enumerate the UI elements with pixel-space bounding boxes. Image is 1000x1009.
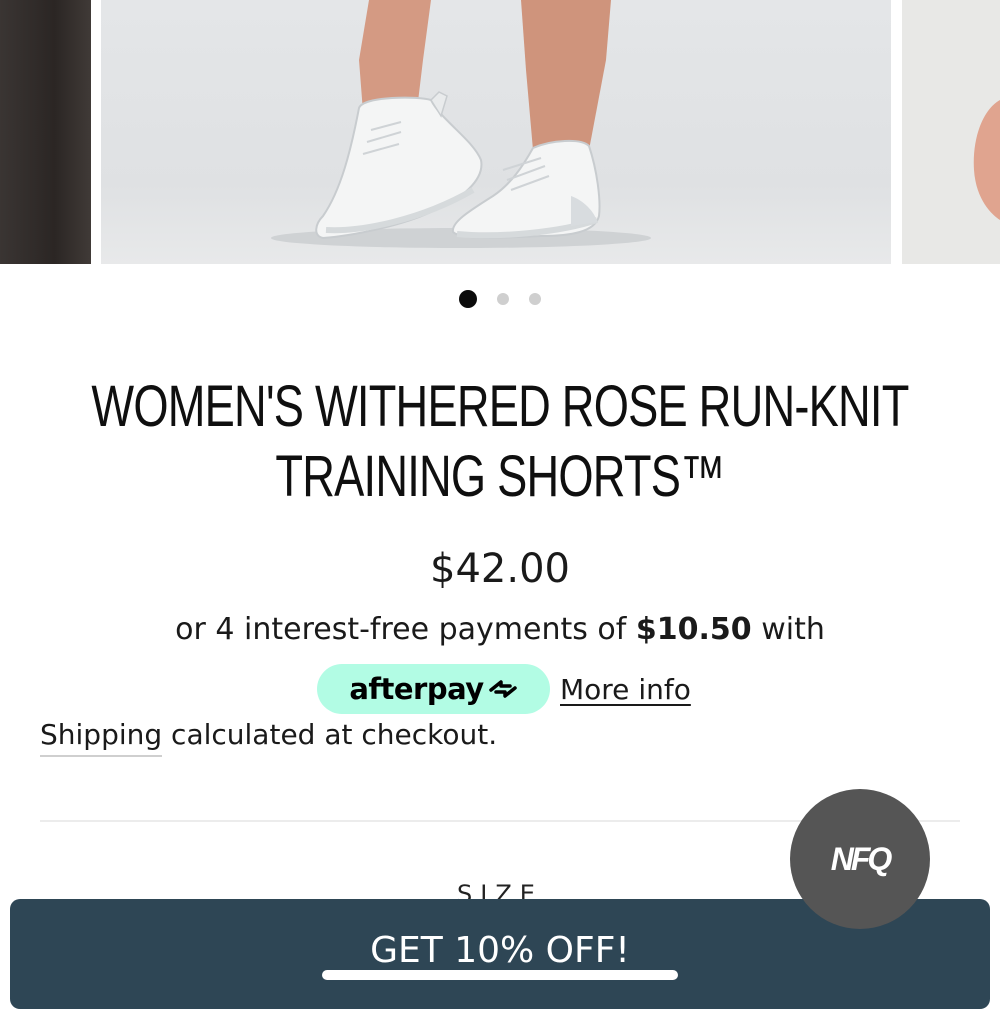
nfq-widget-button[interactable]: NFQ bbox=[790, 789, 930, 929]
carousel-dot-1[interactable] bbox=[459, 290, 477, 308]
installment-message: or 4 interest-free payments of $10.50 wi… bbox=[0, 612, 1000, 647]
product-image-gallery[interactable] bbox=[0, 0, 1000, 264]
installment-text-after: with bbox=[751, 612, 825, 647]
sneakers-photo bbox=[271, 0, 651, 248]
carousel-pagination bbox=[0, 290, 1000, 308]
shipping-link[interactable]: Shipping bbox=[40, 718, 163, 757]
more-info-link[interactable]: More info bbox=[560, 673, 691, 706]
product-title-line-1: WOMEN'S WITHERED ROSE RUN-KNIT bbox=[91, 374, 909, 439]
afterpay-row: afterpay More info bbox=[317, 664, 691, 714]
next-slide-photo bbox=[973, 100, 1000, 220]
main-product-image[interactable] bbox=[101, 0, 891, 264]
product-price: $42.00 bbox=[430, 546, 570, 592]
afterpay-badge[interactable]: afterpay bbox=[317, 664, 550, 714]
afterpay-logo-text: afterpay bbox=[349, 672, 484, 706]
afterpay-arrows-icon bbox=[488, 680, 517, 698]
product-title: WOMEN'S WITHERED ROSE RUN-KNIT TRAINING … bbox=[91, 372, 909, 512]
installment-amount: $10.50 bbox=[635, 612, 752, 647]
home-indicator[interactable] bbox=[322, 970, 678, 980]
shipping-text: calculated at checkout. bbox=[162, 718, 498, 751]
carousel-dot-3[interactable] bbox=[529, 293, 541, 305]
previous-slide-image[interactable] bbox=[0, 0, 91, 264]
carousel-dot-2[interactable] bbox=[497, 293, 509, 305]
shipping-note: Shipping calculated at checkout. bbox=[40, 718, 498, 757]
next-slide-image[interactable] bbox=[902, 0, 1000, 264]
product-title-line-2: TRAINING SHORTS™ bbox=[275, 444, 725, 509]
installment-text-before: or 4 interest-free payments of bbox=[175, 612, 636, 647]
nfq-logo-text: NFQ bbox=[830, 840, 893, 877]
